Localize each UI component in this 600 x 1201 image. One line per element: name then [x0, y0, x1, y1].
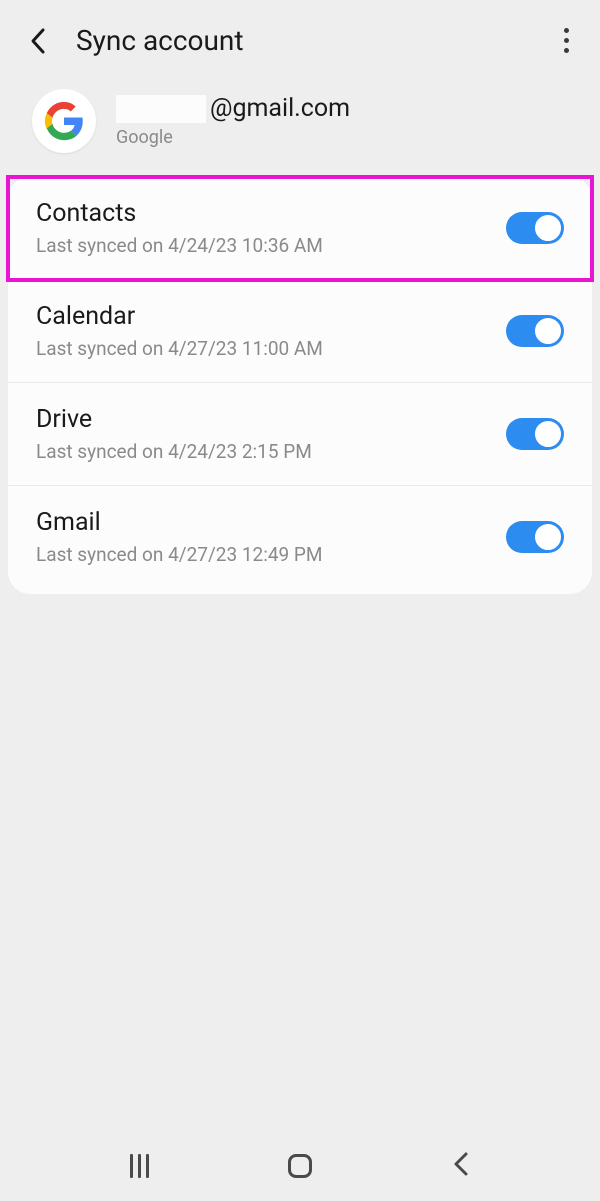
sync-item-calendar[interactable]: Calendar Last synced on 4/27/23 11:00 AM	[8, 280, 592, 383]
sync-toggle[interactable]	[506, 521, 564, 553]
sync-item-text: Gmail Last synced on 4/27/23 12:49 PM	[36, 508, 322, 566]
sync-item-subtitle: Last synced on 4/27/23 12:49 PM	[36, 543, 322, 566]
sync-toggle[interactable]	[506, 418, 564, 450]
more-options-button[interactable]	[552, 27, 580, 55]
sync-toggle[interactable]	[506, 315, 564, 347]
account-provider: Google	[116, 127, 350, 148]
sync-item-title: Contacts	[36, 199, 323, 228]
sync-item-gmail[interactable]: Gmail Last synced on 4/27/23 12:49 PM	[8, 486, 592, 594]
account-text: @gmail.com Google	[116, 94, 350, 148]
app-header: Sync account	[0, 0, 600, 75]
nav-recent-button[interactable]	[130, 1154, 149, 1178]
email-username-masked	[116, 95, 206, 123]
dot-icon	[564, 38, 569, 43]
nav-home-button[interactable]	[288, 1154, 312, 1178]
sync-item-title: Gmail	[36, 508, 322, 537]
sync-item-drive[interactable]: Drive Last synced on 4/24/23 2:15 PM	[8, 383, 592, 486]
sync-item-subtitle: Last synced on 4/24/23 2:15 PM	[36, 440, 312, 463]
sync-item-subtitle: Last synced on 4/27/23 11:00 AM	[36, 337, 323, 360]
email-domain: @gmail.com	[210, 94, 350, 123]
sync-item-text: Contacts Last synced on 4/24/23 10:36 AM	[36, 199, 323, 257]
chevron-left-icon	[29, 27, 47, 55]
google-icon	[32, 89, 96, 153]
account-email: @gmail.com	[116, 94, 350, 123]
page-title: Sync account	[76, 24, 244, 57]
sync-item-subtitle: Last synced on 4/24/23 10:36 AM	[36, 234, 323, 257]
header-left: Sync account	[24, 24, 244, 57]
sync-item-contacts[interactable]: Contacts Last synced on 4/24/23 10:36 AM	[8, 177, 592, 280]
sync-item-title: Calendar	[36, 302, 323, 331]
sync-list: Contacts Last synced on 4/24/23 10:36 AM…	[8, 177, 592, 594]
dot-icon	[564, 28, 569, 33]
system-navbar	[0, 1131, 600, 1201]
sync-item-text: Calendar Last synced on 4/27/23 11:00 AM	[36, 302, 323, 360]
nav-back-button[interactable]	[452, 1151, 470, 1181]
account-section: @gmail.com Google	[0, 75, 600, 177]
sync-item-text: Drive Last synced on 4/24/23 2:15 PM	[36, 405, 312, 463]
chevron-left-icon	[452, 1151, 470, 1177]
sync-item-title: Drive	[36, 405, 312, 434]
back-button[interactable]	[24, 27, 52, 55]
sync-toggle[interactable]	[506, 212, 564, 244]
dot-icon	[564, 48, 569, 53]
